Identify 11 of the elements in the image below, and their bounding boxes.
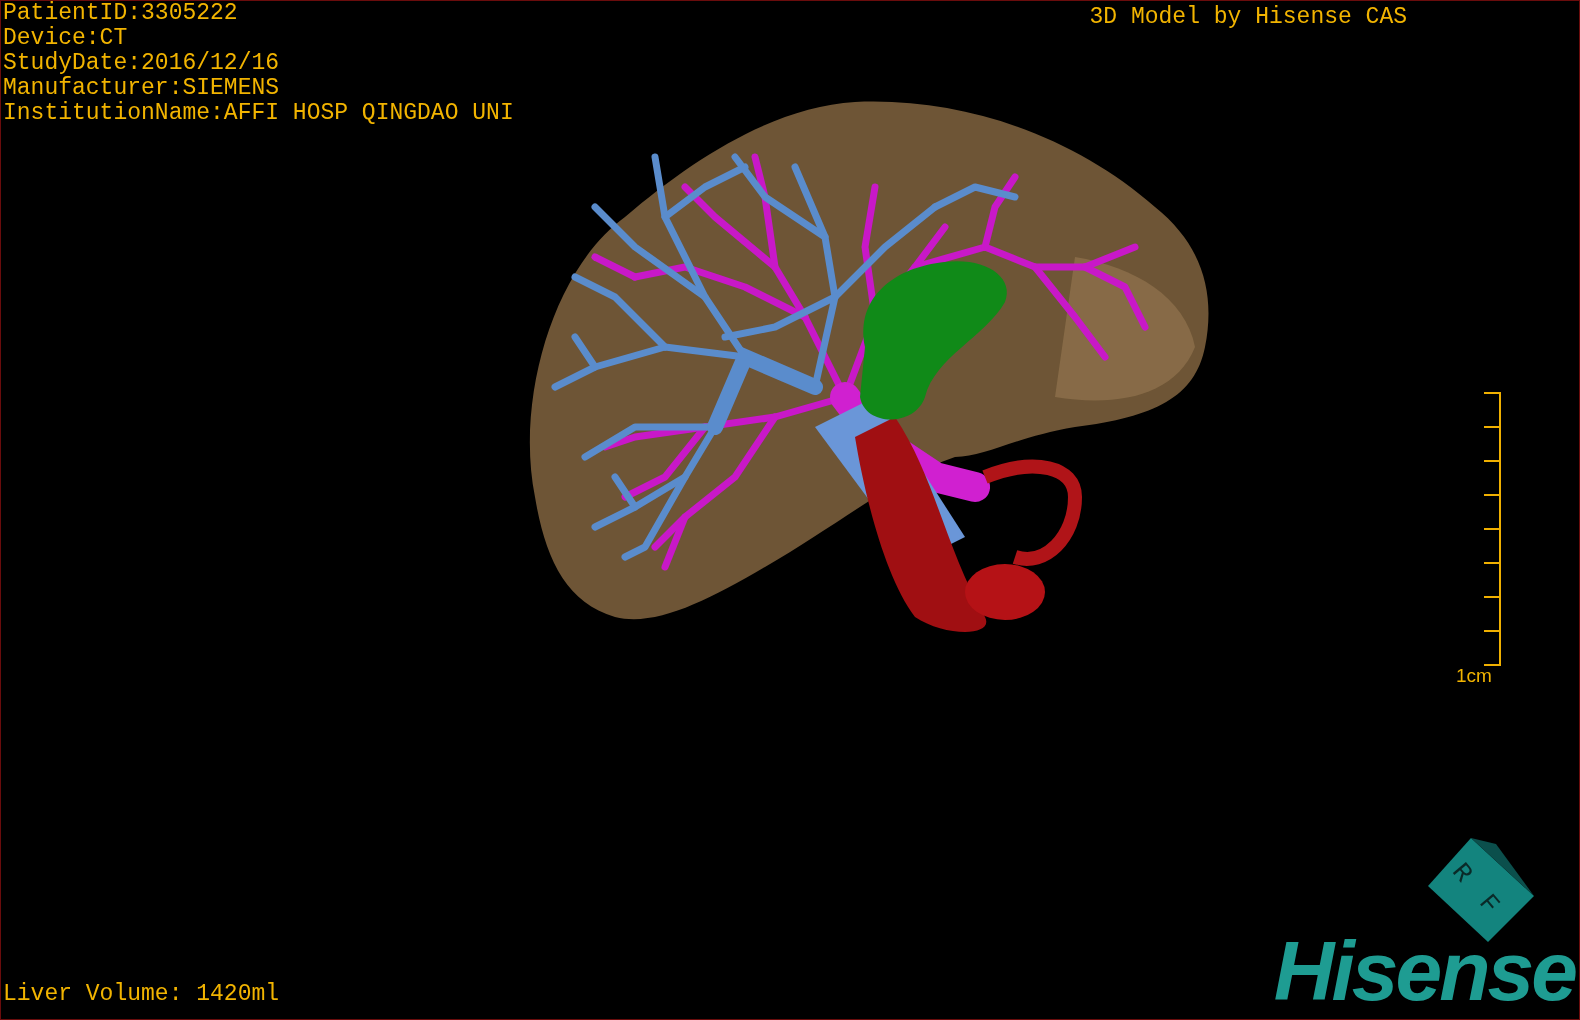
cube-face-letter: F (1473, 889, 1504, 919)
brand-logo: Hisense (1273, 929, 1577, 1019)
patient-info-text: PatientID:3305222 (3, 1, 239, 26)
liver-volume-text: Liver Volume: 1420ml (2, 982, 280, 1009)
cube-face-letter: R (1446, 858, 1477, 888)
patient-info-text: Manufacturer:SIEMENS (3, 76, 281, 101)
scale-label: 1cm (1456, 665, 1492, 687)
patient-info-text: Device:CT (3, 26, 129, 51)
patient-info-text: InstitutionName:AFFI HOSP QINGDAO UNI (3, 101, 514, 126)
patient-info-text: StudyDate:2016/12/16 (3, 51, 281, 76)
viewer-title: 3D Model by Hisense CAS (1089, 5, 1407, 32)
